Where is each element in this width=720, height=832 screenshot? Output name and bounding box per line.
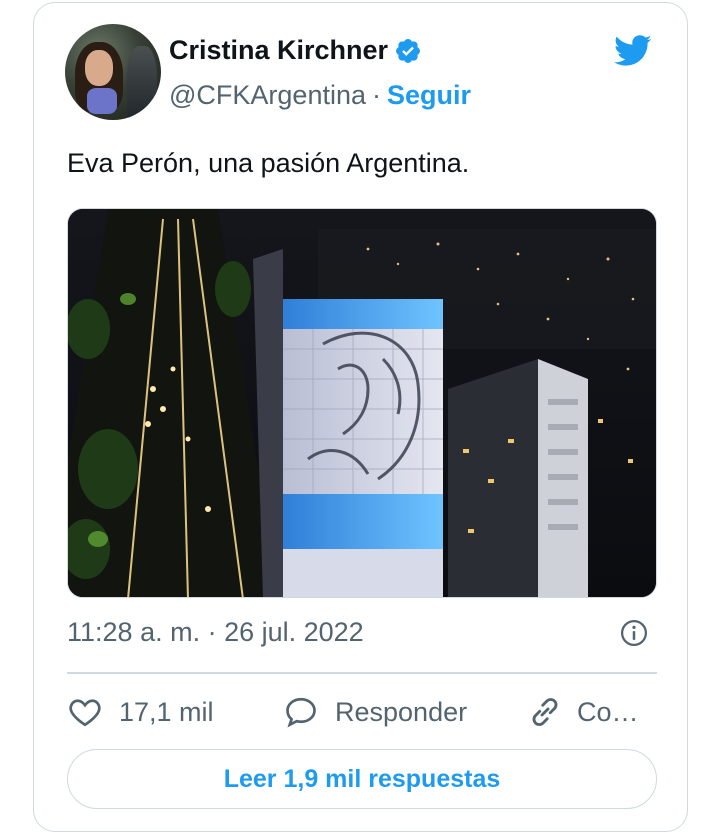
avatar-scarf [87,88,117,114]
author-handle-row: @CFKArgentina · Seguir [169,80,471,111]
tweet-timestamp[interactable]: 11:28 a. m. · 26 jul. 2022 [67,617,364,648]
copy-label: Co… [577,696,639,727]
author-name[interactable]: Cristina Kirchner [169,35,388,66]
avatar-face [85,50,113,86]
speech-bubble-icon [286,697,316,728]
tweet-text: Eva Perón, una pasión Argentina. [67,148,470,178]
like-button[interactable]: 17,1 mil [67,691,214,733]
follow-button[interactable]: Seguir [387,80,471,111]
separator-dot: · [372,80,381,110]
like-count: 17,1 mil [119,696,214,727]
author-handle[interactable]: @CFKArgentina [169,80,366,111]
copy-link-button[interactable]: Co… [527,691,639,733]
tweet-card[interactable]: Cristina Kirchner @CFKArgentina · Seguir… [33,2,688,832]
reply-button[interactable]: Responder [283,691,467,733]
verified-badge-icon [394,37,422,65]
reply-label: Responder [335,696,468,727]
avatar-background-person [127,46,157,120]
author-name-row: Cristina Kirchner [169,35,422,66]
twitter-bird-icon[interactable] [611,31,655,69]
info-icon[interactable] [619,618,649,648]
avatar[interactable] [65,24,161,120]
divider [67,672,657,674]
read-replies-button[interactable]: Leer 1,9 mil respuestas [67,749,657,809]
tweet-actions: 17,1 mil Responder Co… [67,691,657,733]
heart-icon [69,699,101,727]
link-icon [532,698,558,726]
tweet-photo[interactable] [67,208,657,598]
